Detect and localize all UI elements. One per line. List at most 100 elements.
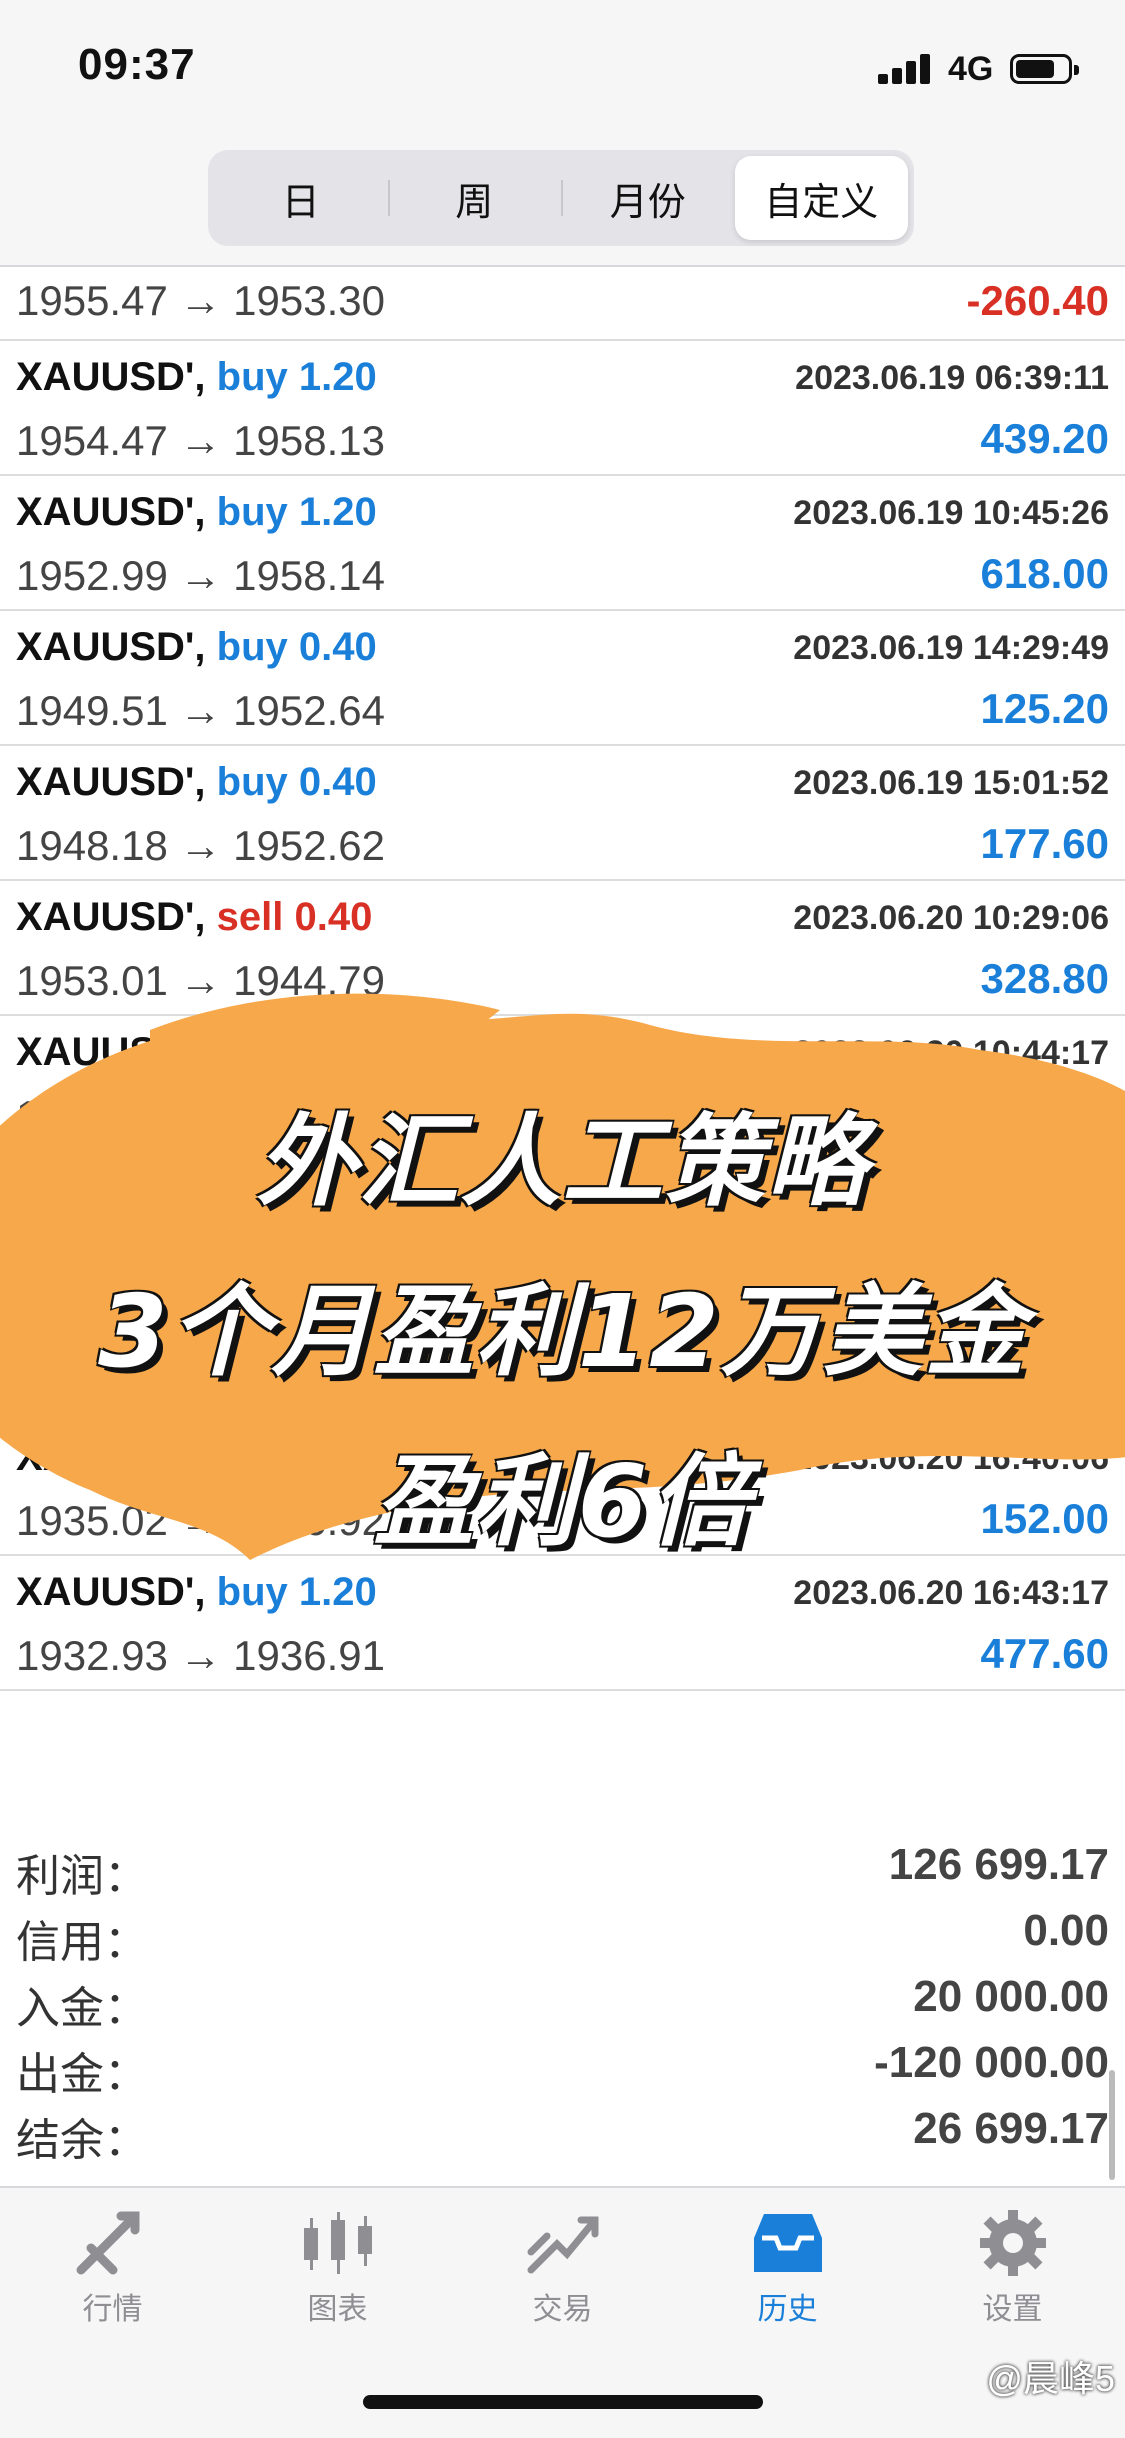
trade-profit: 125.20 (980, 685, 1109, 732)
summary-value: 0.00 (1023, 1906, 1109, 1955)
trade-volume: 0.40 (298, 625, 377, 669)
summary-value: 26 699.17 (913, 2104, 1109, 2153)
status-time: 09:37 (78, 40, 196, 89)
trade-profit: -260.40 (966, 277, 1109, 324)
trade-time: 2023.06.20 10:29:06 (793, 899, 1109, 937)
trade-row[interactable]: XAUUSD', 2023.06.20 10:44:17 195 (0, 1016, 1125, 1151)
period-segmented-control: 日 周 月份 自定义 (208, 150, 914, 246)
trade-price: 1949.51 → 1952.64 (16, 687, 385, 734)
trade-symbol: XAUUSD', (16, 1030, 206, 1074)
trade-row[interactable]: XAUUSD', buy 1.20 2023.06.19 06:39:11 19… (0, 341, 1125, 476)
summary-label: 入金： (16, 1984, 148, 2033)
trade-symbol-line: XAUUSD', buy 0.80 (16, 1435, 377, 1480)
trade-symbol-line: XAUUSD', sell 0.40 (16, 895, 372, 940)
chart-candles-icon (303, 2212, 372, 2274)
trade-price: 19 (16, 1362, 63, 1409)
tab-chart[interactable]: 图表 (225, 2208, 450, 2328)
trade-symbol-line: XAUUSD', buy 0.40 (16, 760, 377, 805)
trade-profit: 618.00 (980, 550, 1109, 597)
segment-week[interactable]: 周 (387, 156, 562, 240)
trade-volume: 0.40 (298, 760, 377, 804)
trade-row[interactable]: XAUUSD', buy 1.20 2023.06.20 16:43:17 19… (0, 1556, 1125, 1691)
battery-icon (1010, 54, 1079, 84)
trade-time: 2023.06.20 16:40:06 (793, 1439, 1109, 1477)
trade-side: buy (216, 490, 288, 534)
trade-volume: 1.20 (298, 490, 377, 534)
tab-history[interactable]: 历史 (675, 2208, 900, 2328)
status-bar: 09:37 4G (0, 0, 1125, 135)
trade-volume: 1.20 (298, 355, 377, 399)
trade-profit: 477.60 (980, 1630, 1109, 1677)
trade-price: 1948.18 → 1952.62 (16, 822, 385, 869)
trade-profit: 177.60 (980, 820, 1109, 867)
trade-side: sell (216, 895, 284, 939)
summary-row-profit: 利润： 126 699.17 (0, 1836, 1125, 1902)
trade-symbol-line: XAUUSD', buy 1.20 (16, 355, 377, 400)
trade-symbol-line: XAUUSD', buy 1.20 (16, 490, 377, 535)
tab-label: 交易 (532, 2293, 593, 2326)
trade-symbol: XAUUSD', (16, 355, 206, 399)
trade-price: 1952.99 → 1958.14 (16, 552, 385, 599)
trade-profit: 152.00 (980, 1495, 1109, 1542)
trade-symbol: XAUUSD', (16, 760, 206, 804)
trade-row[interactable]: XAUUSD', buy 0.80 2023.06.20 16:40:06 19… (0, 1421, 1125, 1556)
history-header: 日 周 月份 自定义 (0, 135, 1125, 267)
trade-symbol: XAUUSD', (16, 490, 206, 534)
segment-day[interactable]: 日 (214, 156, 388, 240)
account-summary: 利润： 126 699.17 信用： 0.00 入金： 20 000.00 出金… (0, 1836, 1125, 2166)
signal-icon (878, 52, 936, 84)
trade-symbol: XAUUSD', (16, 625, 206, 669)
trade-row[interactable]: XAUUSD', buy 0.40 2023.06.19 15:01:52 19… (0, 746, 1125, 881)
gear-icon (979, 2210, 1046, 2276)
segment-custom[interactable]: 自定义 (734, 156, 908, 240)
trade-price: 1932.93 → 1936.91 (16, 1632, 385, 1679)
scroll-indicator[interactable] (1109, 2070, 1115, 2180)
trade-side: buy (216, 625, 288, 669)
trade-symbol: XAUUSD', (16, 895, 206, 939)
trade-history-list: 1955.47 → 1953.30 -260.40 XAUUSD', buy 1… (0, 267, 1125, 1691)
summary-label: 信用： (16, 1918, 148, 1967)
trade-side: buy (216, 760, 288, 804)
summary-label: 出金： (16, 2050, 148, 2099)
trade-row[interactable] (0, 1151, 1125, 1286)
trade-time: 2023.06.19 06:39:11 (795, 359, 1109, 397)
trade-row[interactable]: 16:39:07 19 65.40 (0, 1286, 1125, 1421)
summary-label: 利润： (16, 1852, 148, 1901)
trade-price: 1953.01 → 1944.79 (16, 957, 385, 1004)
tab-label: 图表 (307, 2293, 368, 2326)
tab-label: 行情 (82, 2293, 143, 2326)
summary-label: 结余： (16, 2116, 148, 2165)
trade-row[interactable]: 1955.47 → 1953.30 -260.40 (0, 267, 1125, 341)
trade-time: 2023.06.20 10:44:17 (793, 1034, 1109, 1072)
trade-symbol: XAUUSD', (16, 1570, 206, 1614)
trade-time: 16:39:07 (972, 1304, 1109, 1342)
trade-profit: 65.40 (1003, 1360, 1109, 1407)
tab-label: 设置 (982, 2293, 1043, 2326)
trade-icon (527, 2216, 598, 2274)
trade-row[interactable]: XAUUSD', buy 0.40 2023.06.19 14:29:49 19… (0, 611, 1125, 746)
quotes-icon (76, 2211, 139, 2275)
trade-volume: 1.20 (298, 1570, 377, 1614)
segment-month[interactable]: 月份 (561, 156, 735, 240)
summary-value: 20 000.00 (913, 1972, 1109, 2021)
network-label: 4G (948, 50, 994, 88)
tab-label: 历史 (757, 2293, 818, 2326)
trade-symbol: XAUUSD', (16, 1435, 206, 1479)
trade-volume: 0.40 (294, 895, 373, 939)
trade-volume: 0.80 (298, 1435, 377, 1479)
summary-value: -120 000.00 (874, 2038, 1109, 2087)
trade-row[interactable]: XAUUSD', sell 0.40 2023.06.20 10:29:06 1… (0, 881, 1125, 1016)
trade-time: 2023.06.19 15:01:52 (793, 764, 1109, 802)
tab-quotes[interactable]: 行情 (0, 2208, 225, 2328)
trade-profit: 328.80 (980, 955, 1109, 1002)
trade-side: buy (216, 1435, 288, 1479)
tab-trade[interactable]: 交易 (450, 2208, 675, 2328)
watermark: @晨峰5 (986, 2358, 1115, 2399)
summary-row-withdrawal: 出金： -120 000.00 (0, 2034, 1125, 2100)
trade-row[interactable]: XAUUSD', buy 1.20 2023.06.19 10:45:26 19… (0, 476, 1125, 611)
home-indicator (363, 2395, 763, 2409)
history-inbox-icon (753, 2214, 822, 2272)
tab-settings[interactable]: 设置 (900, 2208, 1125, 2328)
trade-time: 2023.06.19 10:45:26 (793, 494, 1109, 532)
summary-row-deposit: 入金： 20 000.00 (0, 1968, 1125, 2034)
